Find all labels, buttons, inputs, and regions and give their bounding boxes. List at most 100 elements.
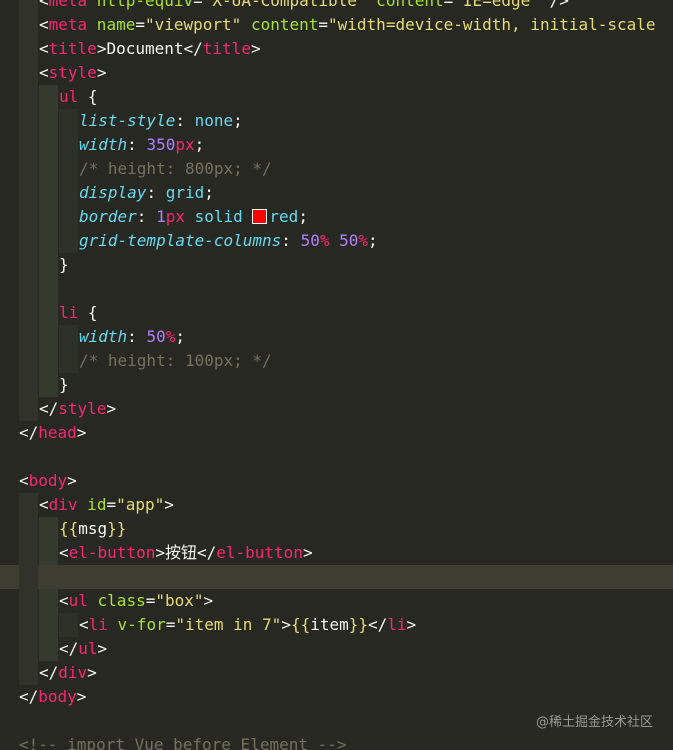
token: 1: [156, 207, 166, 226]
token: li: [59, 303, 79, 322]
token: msg: [78, 519, 108, 538]
token: <: [39, 39, 49, 58]
code-line[interactable]: <body>: [0, 469, 673, 493]
token: =: [106, 495, 117, 514]
token: <!-- import Vue before Element -->: [19, 735, 347, 750]
code-line[interactable]: {{msg}}: [0, 517, 673, 541]
token: </: [39, 399, 59, 418]
token: content: [241, 15, 319, 34]
token: title: [48, 39, 97, 58]
red-color-swatch-icon[interactable]: [252, 209, 268, 224]
token: >: [281, 615, 291, 634]
token: ;: [204, 183, 214, 202]
code-line[interactable]: </div>: [0, 661, 673, 685]
token: >Document</: [96, 39, 203, 58]
token: %: [358, 231, 369, 250]
token: "X-UA-Compatible": [202, 0, 367, 10]
token: <: [39, 63, 49, 82]
token: >: [106, 399, 117, 418]
token: meta: [48, 0, 88, 10]
token: div: [48, 495, 78, 514]
code-line[interactable]: </ul>: [0, 637, 673, 661]
token: http-equiv: [87, 0, 194, 10]
code-line[interactable]: display: grid;: [0, 181, 673, 205]
code-line[interactable]: <title>Document</title>: [0, 37, 673, 61]
token: grid-template-columns: [79, 231, 282, 250]
token: <: [39, 0, 49, 10]
code-line[interactable]: <ul class="box">: [0, 589, 673, 613]
token: meta: [48, 15, 88, 34]
token: :: [136, 207, 157, 226]
code-line[interactable]: [0, 565, 673, 589]
code-line[interactable]: ul {: [0, 85, 673, 109]
token: "IE=edge": [453, 0, 540, 10]
token: =: [165, 615, 176, 634]
token: li: [387, 615, 407, 634]
code-line[interactable]: /* height: 100px; */: [0, 349, 673, 373]
token: >: [76, 423, 87, 442]
code-line[interactable]: width: 50%;: [0, 325, 673, 349]
token: id: [77, 495, 107, 514]
code-line[interactable]: </body>: [0, 685, 673, 709]
code-line[interactable]: <meta http-equiv="X-UA-Compatible" conte…: [0, 0, 673, 13]
token: el-button: [68, 543, 156, 562]
token: display: [79, 183, 147, 202]
token: }: [59, 375, 69, 394]
token: ;: [368, 231, 378, 250]
token: "app": [116, 495, 165, 514]
code-line[interactable]: </style>: [0, 397, 673, 421]
token: width: [79, 135, 128, 154]
code-line[interactable]: /* height: 800px; */: [0, 157, 673, 181]
code-line[interactable]: li {: [0, 301, 673, 325]
token: >按钮</: [155, 543, 217, 562]
code-line[interactable]: <style>: [0, 61, 673, 85]
token: ;: [298, 207, 308, 226]
code-line[interactable]: <el-button>按钮</el-button>: [0, 541, 673, 565]
code-line[interactable]: width: 350px;: [0, 133, 673, 157]
token: :: [127, 327, 147, 346]
code-line[interactable]: <div id="app">: [0, 493, 673, 517]
token: >: [97, 639, 108, 658]
token: name: [87, 15, 136, 34]
code-line[interactable]: list-style: none;: [0, 109, 673, 133]
code-line[interactable]: }: [0, 253, 673, 277]
token: <: [59, 591, 69, 610]
token: none: [194, 111, 234, 130]
token: 350: [146, 135, 176, 154]
token: "item in 7": [175, 615, 282, 634]
token: =: [135, 15, 145, 34]
token: >: [76, 687, 87, 706]
code-line[interactable]: <li v-for="item in 7">{{item}}</li>: [0, 613, 673, 637]
code-line[interactable]: <meta name="viewport" content="width=dev…: [0, 13, 673, 37]
token: <: [39, 15, 49, 34]
code-line[interactable]: }: [0, 373, 673, 397]
token: >: [96, 63, 107, 82]
token: div: [58, 663, 88, 682]
token: </: [368, 615, 388, 634]
token: =: [145, 591, 156, 610]
token: <: [19, 471, 29, 490]
code-line[interactable]: grid-template-columns: 50% 50%;: [0, 229, 673, 253]
code-line[interactable]: border: 1px solid red;: [0, 205, 673, 229]
token: :: [281, 231, 301, 250]
token: 50: [300, 231, 320, 250]
token: >: [67, 471, 77, 490]
token: {{: [59, 519, 79, 538]
token: }}: [107, 519, 127, 538]
token: solid: [184, 207, 253, 226]
token: </: [19, 687, 39, 706]
token: >: [250, 39, 261, 58]
token: {: [78, 87, 98, 106]
token: >: [164, 495, 174, 514]
token: border: [79, 207, 137, 226]
token: v-for: [107, 615, 166, 634]
code-editor[interactable]: <meta http-equiv="X-UA-Compatible" conte…: [0, 0, 673, 750]
token: item: [310, 615, 349, 634]
token: >: [87, 663, 97, 682]
code-line[interactable]: [0, 277, 673, 301]
token: {: [78, 303, 98, 322]
code-line[interactable]: <!-- import Vue before Element -->: [0, 733, 673, 750]
token: ;: [175, 327, 185, 346]
code-line[interactable]: </head>: [0, 421, 673, 445]
